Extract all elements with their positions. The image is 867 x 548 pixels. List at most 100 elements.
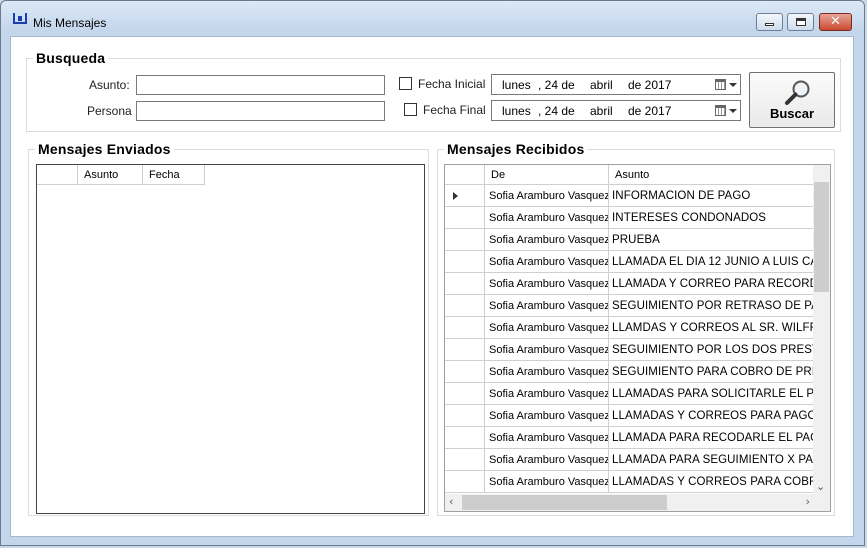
close-button[interactable]: ✕ — [819, 13, 852, 31]
scroll-right-icon[interactable]: › — [806, 496, 810, 508]
fecha-inicial-dayname: lunes — [502, 78, 531, 92]
cell-de[interactable]: Sofia Aramburo Vasquez — [485, 361, 609, 383]
cell-de[interactable]: Sofia Aramburo Vasquez — [485, 383, 609, 405]
cell-de[interactable]: Sofia Aramburo Vasquez — [485, 471, 609, 493]
asunto-input[interactable] — [136, 75, 385, 95]
minimize-button[interactable] — [756, 13, 783, 31]
cell-de[interactable]: Sofia Aramburo Vasquez — [485, 427, 609, 449]
current-row-icon — [453, 192, 458, 200]
row-header-cell[interactable] — [445, 339, 485, 361]
cell-asunto[interactable]: INTERESES CONDONADOS — [609, 207, 815, 229]
fecha-inicial-day: , 24 de — [538, 78, 575, 92]
cell-asunto[interactable]: LLAMADAS Y CORREOS PARA COBRO — [609, 471, 815, 493]
fecha-final-checkbox[interactable] — [404, 103, 417, 116]
cell-asunto[interactable]: INFORMACION DE PAGO — [609, 185, 815, 207]
horizontal-scroll-thumb[interactable] — [462, 495, 667, 510]
fecha-final-picker[interactable]: lunes , 24 de abril de 2017 — [491, 100, 741, 121]
fecha-final-dayname: lunes — [502, 104, 531, 118]
cell-de[interactable]: Sofia Aramburo Vasquez — [485, 207, 609, 229]
chevron-down-icon[interactable] — [729, 109, 737, 113]
asunto-label: Asunto: — [89, 78, 130, 92]
row-header-cell[interactable] — [445, 405, 485, 427]
close-icon: ✕ — [830, 14, 841, 29]
title-bar[interactable]: Mis Mensajes ✕ — [1, 1, 864, 35]
vertical-scroll-thumb[interactable] — [814, 182, 829, 292]
maximize-button[interactable] — [787, 13, 814, 31]
sent-group-title: Mensajes Enviados — [35, 141, 174, 157]
fecha-final-year: de 2017 — [628, 104, 672, 118]
cell-asunto[interactable]: LLAMADAS PARA SOLICITARLE EL PAG — [609, 383, 815, 405]
sent-col-asunto[interactable]: Asunto — [78, 165, 143, 185]
cell-de[interactable]: Sofia Aramburo Vasquez — [485, 295, 609, 317]
buscar-button[interactable]: Buscar — [749, 72, 835, 128]
fecha-inicial-picker[interactable]: lunes , 24 de abril de 2017 — [491, 74, 741, 95]
row-header-cell[interactable] — [445, 383, 485, 405]
cell-de[interactable]: Sofia Aramburo Vasquez — [485, 405, 609, 427]
row-header-cell[interactable] — [445, 251, 485, 273]
search-group-title: Busqueda — [33, 50, 109, 66]
fecha-final-day: , 24 de — [538, 104, 575, 118]
cell-de[interactable]: Sofia Aramburo Vasquez — [485, 251, 609, 273]
fecha-inicial-checkbox[interactable] — [399, 77, 412, 90]
sent-row-header — [37, 165, 78, 185]
persona-label: Persona — [87, 104, 132, 118]
row-header-cell[interactable] — [445, 295, 485, 317]
received-grid[interactable]: De Asunto Sofia Aramburo Vasquez INFORMAC… — [444, 164, 831, 512]
row-header-cell[interactable] — [445, 207, 485, 229]
row-header-cell[interactable] — [445, 185, 485, 207]
sent-group: Mensajes Enviados Asunto Fecha — [28, 141, 429, 516]
cell-asunto[interactable]: PRUEBA — [609, 229, 815, 251]
fecha-final-label: Fecha Final — [423, 103, 486, 117]
fecha-final-month: abril — [590, 104, 613, 118]
search-group: Busqueda Asunto: Persona Fecha Inicial F… — [26, 50, 841, 132]
maximize-icon — [795, 18, 806, 26]
received-group: Mensajes Recibidos De Asunto Sofia Aramb… — [437, 141, 835, 516]
cell-asunto[interactable]: LLAMADA PARA SEGUIMIENTO X PAGO — [609, 449, 815, 471]
cell-de[interactable]: Sofia Aramburo Vasquez — [485, 273, 609, 295]
sent-grid[interactable]: Asunto Fecha — [36, 164, 425, 514]
vertical-scrollbar[interactable]: ⌄ — [813, 165, 830, 495]
received-col-de[interactable]: De — [485, 165, 609, 185]
cell-de[interactable]: Sofia Aramburo Vasquez — [485, 229, 609, 251]
row-header-cell[interactable] — [445, 229, 485, 251]
sent-col-fecha[interactable]: Fecha — [143, 165, 205, 185]
calendar-icon[interactable] — [715, 79, 726, 90]
cell-asunto[interactable]: LLAMDAS Y CORREOS AL SR. WILFRID — [609, 317, 815, 339]
cell-asunto[interactable]: LLAMADA EL DIA 12 JUNIO A LUIS CARL — [609, 251, 815, 273]
received-group-title: Mensajes Recibidos — [444, 141, 588, 157]
fecha-inicial-year: de 2017 — [628, 78, 672, 92]
window: Mis Mensajes ✕ Busqueda Asunto: Persona … — [0, 0, 865, 546]
row-header-cell[interactable] — [445, 273, 485, 295]
chevron-down-icon[interactable] — [729, 83, 737, 87]
cell-asunto[interactable]: LLAMADAS Y CORREOS PARA PAGOS D — [609, 405, 815, 427]
fecha-inicial-label: Fecha Inicial — [418, 77, 486, 91]
received-col-asunto[interactable]: Asunto — [609, 165, 815, 185]
row-header-cell[interactable] — [445, 471, 485, 493]
cell-de[interactable]: Sofia Aramburo Vasquez — [485, 185, 609, 207]
minimize-icon — [765, 23, 774, 26]
row-header-cell[interactable] — [445, 427, 485, 449]
cell-asunto[interactable]: SEGUIMIENTO POR RETRASO DE PAGO — [609, 295, 815, 317]
cell-asunto[interactable]: SEGUIMIENTO POR LOS DOS PRESTAM — [609, 339, 815, 361]
client-area: Busqueda Asunto: Persona Fecha Inicial F… — [10, 36, 854, 537]
scroll-down-icon[interactable]: ⌄ — [816, 481, 825, 493]
magnifier-icon — [785, 80, 810, 105]
row-header-cell[interactable] — [445, 449, 485, 471]
cell-de[interactable]: Sofia Aramburo Vasquez — [485, 449, 609, 471]
horizontal-scrollbar[interactable]: ‹ › — [445, 494, 815, 511]
persona-input[interactable] — [136, 101, 385, 121]
cell-asunto[interactable]: SEGUIMIENTO PARA COBRO DE PREST — [609, 361, 815, 383]
cell-de[interactable]: Sofia Aramburo Vasquez — [485, 317, 609, 339]
scroll-left-icon[interactable]: ‹ — [449, 496, 453, 508]
calendar-icon[interactable] — [715, 105, 726, 116]
row-header-cell[interactable] — [445, 317, 485, 339]
scroll-corner — [813, 494, 830, 511]
cell-asunto[interactable]: LLAMADA PARA RECODARLE EL PAGO — [609, 427, 815, 449]
buscar-label: Buscar — [769, 106, 815, 121]
app-icon — [13, 13, 27, 24]
fecha-inicial-month: abril — [590, 78, 613, 92]
cell-asunto[interactable]: LLAMADA Y CORREO PARA RECORDAT — [609, 273, 815, 295]
cell-de[interactable]: Sofia Aramburo Vasquez — [485, 339, 609, 361]
row-header-cell[interactable] — [445, 361, 485, 383]
window-title: Mis Mensajes — [33, 16, 107, 30]
